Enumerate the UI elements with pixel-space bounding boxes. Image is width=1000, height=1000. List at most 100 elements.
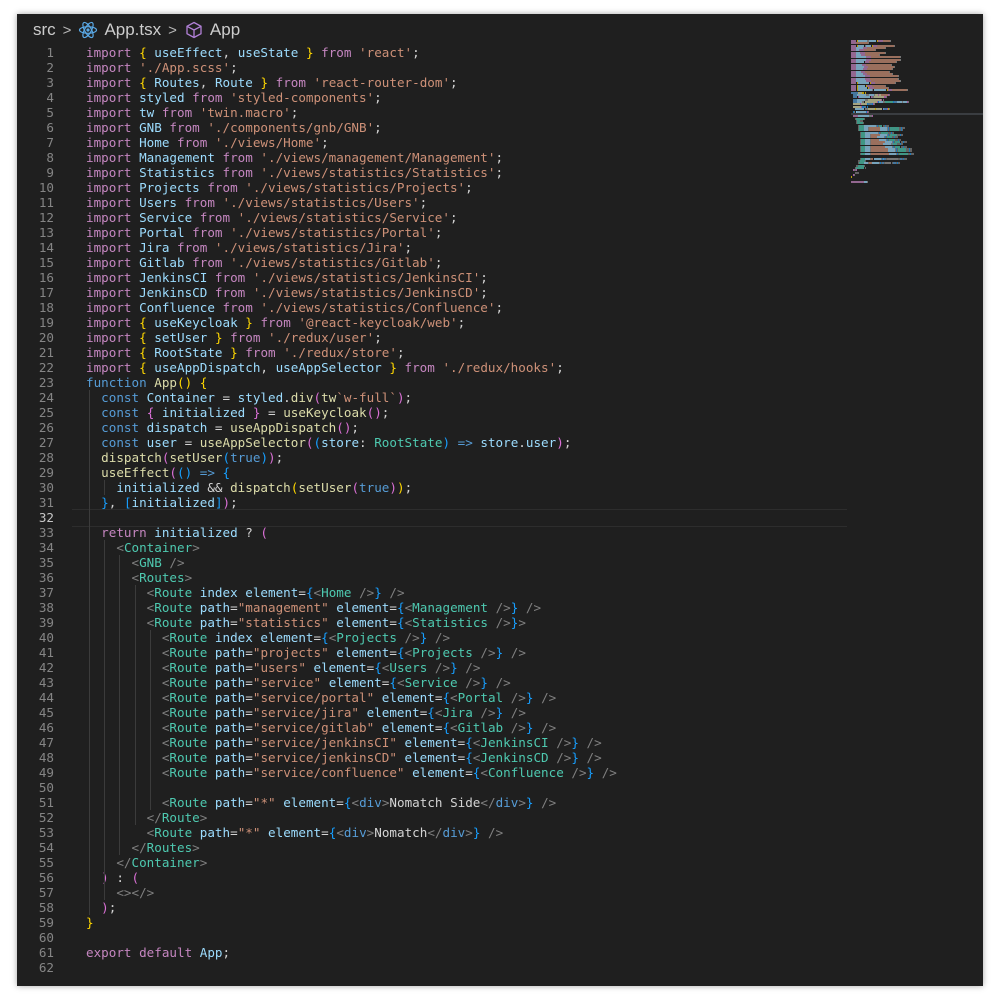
code-line[interactable]: 39 <Route path="statistics" element={<St… bbox=[17, 615, 853, 630]
code-line[interactable]: 37 <Route index element={<Home />} /> bbox=[17, 585, 853, 600]
code-line[interactable]: 40 <Route index element={<Projects />} /… bbox=[17, 630, 853, 645]
minimap-token bbox=[904, 141, 907, 144]
code-line[interactable]: 26 const dispatch = useAppDispatch(); bbox=[17, 420, 853, 435]
code-line[interactable]: 45 <Route path="service/jira" element={<… bbox=[17, 705, 853, 720]
code-token: "service/gitlab" bbox=[252, 720, 375, 735]
code-line[interactable]: 62 bbox=[17, 960, 853, 975]
code-line[interactable]: 18 import Confluence from './views/statis… bbox=[17, 300, 853, 315]
line-code: import Projects from './views/statistics… bbox=[86, 180, 473, 195]
code-line[interactable]: 55 </Container> bbox=[17, 855, 853, 870]
code-line[interactable]: 43 <Route path="service" element={<Servi… bbox=[17, 675, 853, 690]
code-line[interactable]: 11 import Users from './views/statistics/… bbox=[17, 195, 853, 210]
line-code: import Gitlab from './views/statistics/G… bbox=[86, 255, 442, 270]
breadcrumb-item-symbol[interactable]: App bbox=[184, 20, 240, 40]
code-token: > bbox=[184, 570, 193, 585]
code-line[interactable]: 23 function App() { bbox=[17, 375, 853, 390]
code-line[interactable]: 8 import Management from './views/managem… bbox=[17, 150, 853, 165]
code-token: ) bbox=[101, 900, 109, 915]
line-code: <Route path="projects" element={<Project… bbox=[86, 645, 526, 660]
code-line[interactable]: 36 <Routes> bbox=[17, 570, 853, 585]
code-line[interactable]: 25 const { initialized } = useKeycloak()… bbox=[17, 405, 853, 420]
code-token: ; bbox=[374, 90, 382, 105]
code-line[interactable]: 33 return initialized ? ( bbox=[17, 525, 853, 540]
code-line[interactable]: 22 import { useAppDispatch, useAppSelecto… bbox=[17, 360, 853, 375]
code-line[interactable]: 54 </Routes> bbox=[17, 840, 853, 855]
code-line[interactable]: 3 import { Routes, Route } from 'react-ro… bbox=[17, 75, 853, 90]
code-line[interactable]: 16 import JenkinsCI from './views/statist… bbox=[17, 270, 853, 285]
code-line[interactable]: 34 <Container> bbox=[17, 540, 853, 555]
minimap[interactable] bbox=[851, 40, 983, 190]
line-number: 15 bbox=[38, 255, 54, 270]
code-line[interactable]: 7 import Home from './views/Home'; bbox=[17, 135, 853, 150]
code-token: Container bbox=[139, 390, 215, 405]
code-line[interactable]: 27 const user = useAppSelector((store: R… bbox=[17, 435, 853, 450]
code-line[interactable]: 28 dispatch(setUser(true)); bbox=[17, 450, 853, 465]
code-token: from bbox=[268, 75, 306, 90]
code-line[interactable]: 17 import JenkinsCD from './views/statist… bbox=[17, 285, 853, 300]
code-line[interactable]: 57 <></> bbox=[17, 885, 853, 900]
code-line[interactable]: 42 <Route path="users" element={<Users /… bbox=[17, 660, 853, 675]
code-token: "service/jenkinsCD" bbox=[252, 750, 397, 765]
code-line[interactable]: 24 const Container = styled.div(tw`w-ful… bbox=[17, 390, 853, 405]
line-number: 5 bbox=[46, 105, 54, 120]
code-line[interactable]: 10 import Projects from './views/statisti… bbox=[17, 180, 853, 195]
code-line[interactable]: 38 <Route path="management" element={<Ma… bbox=[17, 600, 853, 615]
code-line[interactable]: 31 }, [initialized]); bbox=[17, 495, 853, 510]
code-line[interactable]: 41 <Route path="projects" element={<Proj… bbox=[17, 645, 853, 660]
code-line[interactable]: 4 import styled from 'styled-components'; bbox=[17, 90, 853, 105]
code-token: import bbox=[86, 180, 132, 195]
code-token: import bbox=[86, 165, 132, 180]
code-line[interactable]: 30 initialized && dispatch(setUser(true)… bbox=[17, 480, 853, 495]
code-line[interactable]: 44 <Route path="service/portal" element=… bbox=[17, 690, 853, 705]
code-line[interactable]: 59} bbox=[17, 915, 853, 930]
line-code: <Route path="service/jenkinsCD" element=… bbox=[86, 750, 602, 765]
code-line[interactable]: 14 import Jira from './views/statistics/J… bbox=[17, 240, 853, 255]
code-line[interactable]: 13 import Portal from './views/statistics… bbox=[17, 225, 853, 240]
code-token: element bbox=[328, 615, 390, 630]
code-token: Route bbox=[169, 795, 208, 810]
code-token: import bbox=[86, 270, 132, 285]
code-line[interactable]: 47 <Route path="service/jenkinsCI" eleme… bbox=[17, 735, 853, 750]
code-line[interactable]: 49 <Route path="service/confluence" elem… bbox=[17, 765, 853, 780]
code-line[interactable]: 9 import Statistics from './views/statist… bbox=[17, 165, 853, 180]
line-number: 30 bbox=[38, 480, 54, 495]
code-token: Users bbox=[131, 195, 177, 210]
code-line[interactable]: 6 import GNB from './components/gnb/GNB'; bbox=[17, 120, 853, 135]
code-line[interactable]: 29 useEffect(() => { bbox=[17, 465, 853, 480]
code-line[interactable]: 61 export default App; bbox=[17, 945, 853, 960]
minimap-token bbox=[856, 166, 865, 169]
code-line[interactable]: 60 bbox=[17, 930, 853, 945]
code-line[interactable]: 12 import Service from './views/statistic… bbox=[17, 210, 853, 225]
code-line[interactable]: 32 bbox=[17, 510, 853, 525]
code-line[interactable]: 15 import Gitlab from './views/statistics… bbox=[17, 255, 853, 270]
code-token: => bbox=[192, 465, 215, 480]
code-line[interactable]: 53 <Route path="*" element={<div>Nomatch… bbox=[17, 825, 853, 840]
code-line[interactable]: 50 bbox=[17, 780, 853, 795]
code-line[interactable]: 19 import { useKeycloak } from '@react-ke… bbox=[17, 315, 853, 330]
code-token: "*" bbox=[237, 825, 261, 840]
code-token: './views/Home' bbox=[207, 135, 322, 150]
code-line[interactable]: 51 <Route path="*" element={<div>Nomatch… bbox=[17, 795, 853, 810]
code-line[interactable]: 56 ) : ( bbox=[17, 870, 853, 885]
line-number: 46 bbox=[38, 720, 54, 735]
breadcrumb-item-file[interactable]: App.tsx bbox=[78, 20, 161, 40]
code-line[interactable]: 46 <Route path="service/gitlab" element=… bbox=[17, 720, 853, 735]
code-token: = bbox=[465, 765, 473, 780]
code-line[interactable]: 21 import { RootState } from './redux/sto… bbox=[17, 345, 853, 360]
code-editor[interactable]: 1 import { useEffect, useState } from 're… bbox=[17, 45, 853, 975]
code-line[interactable]: 20 import { setUser } from './redux/user'… bbox=[17, 330, 853, 345]
code-token: </ bbox=[131, 840, 147, 855]
breadcrumb-item-src[interactable]: src bbox=[33, 20, 56, 40]
code-line[interactable]: 2 import './App.scss'; bbox=[17, 60, 853, 75]
line-code: <Route path="management" element={<Manag… bbox=[86, 600, 541, 615]
code-token: ) bbox=[268, 450, 276, 465]
code-line[interactable]: 35 <GNB /> bbox=[17, 555, 853, 570]
code-token: import bbox=[86, 60, 132, 75]
code-token: > bbox=[199, 810, 208, 825]
code-line[interactable]: 1 import { useEffect, useState } from 're… bbox=[17, 45, 853, 60]
code-line[interactable]: 58 ); bbox=[17, 900, 853, 915]
code-line[interactable]: 52 </Route> bbox=[17, 810, 853, 825]
code-token: ; bbox=[412, 45, 420, 60]
code-line[interactable]: 48 <Route path="service/jenkinsCD" eleme… bbox=[17, 750, 853, 765]
code-line[interactable]: 5 import tw from 'twin.macro'; bbox=[17, 105, 853, 120]
